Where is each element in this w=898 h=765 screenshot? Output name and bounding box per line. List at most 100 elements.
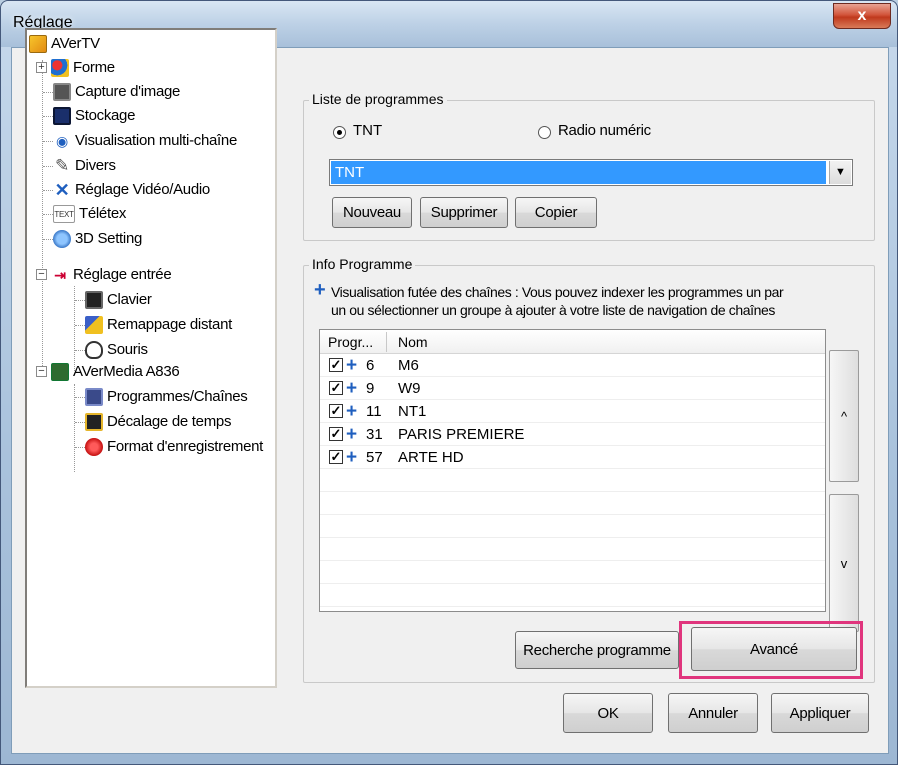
move-down-button[interactable]: v [829, 494, 859, 632]
table-row[interactable]: ✓ + 11 NT1 [320, 400, 825, 423]
channel-checkbox[interactable]: ✓ [329, 427, 343, 441]
tree-item-clavier[interactable]: Clavier [85, 288, 152, 312]
tree-item-label: Stockage [75, 107, 136, 124]
new-list-button[interactable]: Nouveau [332, 197, 412, 228]
tree-item-multichannel[interactable]: ◉ Visualisation multi-chaîne [53, 129, 237, 153]
column-header-name[interactable]: Nom [390, 330, 428, 354]
program-list-selected-value: TNT [331, 161, 826, 184]
skin-icon [51, 59, 69, 78]
close-button[interactable]: x [833, 3, 891, 29]
expand-reglage-entree-toggle[interactable]: − [36, 269, 47, 280]
empty-row [320, 469, 825, 492]
table-row[interactable]: ✓ + 31 PARIS PREMIERE [320, 423, 825, 446]
mouse-icon [85, 341, 103, 360]
tree-item-label: Souris [107, 341, 148, 358]
tree-item-3d[interactable]: 3D Setting [53, 227, 142, 251]
tree-item-remote[interactable]: Remappage distant [85, 313, 232, 337]
highlight-box [679, 621, 863, 679]
column-header-prog[interactable]: Progr... [320, 330, 373, 354]
tree-item-record-format[interactable]: Format d'enregistrement [85, 435, 263, 459]
program-info-group-label: Info Programme [309, 256, 416, 272]
plus-icon: + [346, 401, 358, 422]
channel-number: 9 [366, 380, 375, 397]
channel-name: M6 [398, 357, 419, 374]
keyboard-icon [85, 291, 103, 310]
tree-item-avermedia[interactable]: AVerMedia A836 [51, 360, 180, 384]
eye-icon: ◉ [56, 133, 68, 150]
radio-numeric-radio[interactable] [538, 126, 551, 139]
channel-checkbox[interactable]: ✓ [329, 404, 343, 418]
settings-tree: AVerTV + Forme Capture d'image Stockage … [25, 28, 277, 688]
move-up-button[interactable]: ^ [829, 350, 859, 482]
tnt-radio[interactable] [333, 126, 346, 139]
input-icon: ⇥ [54, 267, 66, 284]
record-icon [85, 438, 103, 457]
tree-item-forme[interactable]: Forme [51, 56, 115, 80]
empty-row [320, 538, 825, 561]
tree-item-label: Capture d'image [75, 83, 181, 100]
delete-list-button[interactable]: Supprimer [420, 197, 508, 228]
empty-row [320, 492, 825, 515]
avertv-logo-icon [29, 35, 47, 54]
remote-icon [85, 316, 103, 335]
chevron-down-icon[interactable]: ▼ [829, 161, 851, 184]
hint-text-line2: un ou sélectionner un groupe à ajouter à… [331, 302, 775, 318]
copy-list-button[interactable]: Copier [515, 197, 597, 228]
channel-number: 11 [366, 403, 382, 420]
channel-name: W9 [398, 380, 421, 397]
teletext-icon: TEXT [53, 205, 75, 224]
channel-checkbox[interactable]: ✓ [329, 450, 343, 464]
program-list-select[interactable]: TNT ▼ [329, 159, 853, 186]
device-icon [51, 363, 69, 382]
tree-item-label: Visualisation multi-chaîne [75, 132, 238, 149]
empty-row [320, 584, 825, 607]
timeshift-icon [85, 413, 103, 432]
channel-checkbox[interactable]: ✓ [329, 381, 343, 395]
tree-item-timeshift[interactable]: Décalage de temps [85, 410, 231, 434]
tree-item-capture[interactable]: Capture d'image [53, 80, 180, 104]
gear-3d-icon [53, 230, 71, 249]
cancel-button[interactable]: Annuler [668, 693, 758, 733]
apply-button[interactable]: Appliquer [771, 693, 869, 733]
tree-item-label: AVerMedia A836 [73, 363, 180, 380]
channel-name: PARIS PREMIERE [398, 426, 525, 443]
ok-button[interactable]: OK [563, 693, 653, 733]
channel-number: 6 [366, 357, 375, 374]
tree-item-label: Remappage distant [107, 316, 232, 333]
tree-item-label: Divers [75, 157, 116, 174]
channel-checkbox[interactable]: ✓ [329, 358, 343, 372]
tree-item-label: Format d'enregistrement [107, 438, 264, 455]
tools-icon: ✕ [54, 180, 70, 201]
tree-item-video-audio[interactable]: ✕ Réglage Vidéo/Audio [53, 178, 211, 202]
plus-icon: + [346, 447, 358, 468]
tree-item-label: Réglage Vidéo/Audio [75, 181, 210, 198]
channel-list-header: Progr... Nom [320, 330, 825, 354]
channel-name: NT1 [398, 403, 427, 420]
settings-window: Réglage x AVerTV + Forme Capture d'image… [0, 0, 898, 765]
tree-item-souris[interactable]: Souris [85, 338, 148, 362]
channel-list[interactable]: Progr... Nom ✓ + 6 M6 ✓ + 9 W9 ✓ + 11 NT… [319, 329, 826, 612]
tree-item-label: AVerTV [51, 35, 100, 52]
tree-item-label: Programmes/Chaînes [107, 388, 248, 405]
table-row[interactable]: ✓ + 9 W9 [320, 377, 825, 400]
expand-avermedia-toggle[interactable]: − [36, 366, 47, 377]
tree-item-input[interactable]: ⇥ Réglage entrée [51, 263, 171, 287]
table-row[interactable]: ✓ + 57 ARTE HD [320, 446, 825, 469]
search-programs-button[interactable]: Recherche programme [515, 631, 679, 669]
plus-icon: + [314, 279, 326, 301]
tree-item-programmes[interactable]: Programmes/Chaînes [85, 385, 248, 409]
tree-item-label: Décalage de temps [107, 413, 232, 430]
hint-text-line1: Visualisation futée des chaînes : Vous p… [331, 284, 784, 300]
wrench-icon: ✎ [55, 156, 69, 176]
tree-item-label: Forme [73, 59, 115, 76]
camera-icon [53, 83, 71, 102]
table-row[interactable]: ✓ + 6 M6 [320, 354, 825, 377]
expand-forme-toggle[interactable]: + [36, 62, 47, 73]
plus-icon: + [346, 355, 358, 376]
tree-item-label: Réglage entrée [73, 266, 172, 283]
tree-item-divers[interactable]: ✎ Divers [53, 154, 116, 178]
tree-item-teletex[interactable]: TEXT Télétex [53, 202, 126, 226]
tree-item-label: 3D Setting [75, 230, 143, 247]
tree-item-avertv[interactable]: AVerTV [29, 32, 100, 56]
tree-item-stockage[interactable]: Stockage [53, 104, 135, 128]
